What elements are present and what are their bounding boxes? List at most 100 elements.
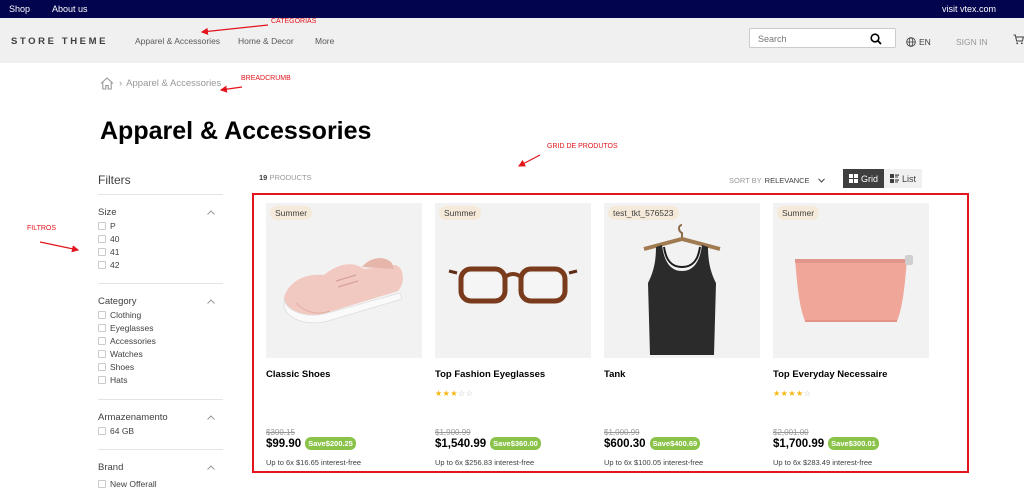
filter-group-header[interactable]: Armazenamento — [98, 400, 223, 424]
chevron-up-icon[interactable] — [207, 209, 215, 215]
annotation-filtros: FILTROS — [27, 225, 57, 232]
product-card-classic-shoes[interactable]: Summer Classic Shoes $300.15 $99.90 Save$… — [266, 203, 422, 467]
filter-group-category: Category Clothing Eyeglasses Accessories… — [98, 283, 223, 386]
list-price: $300.15 — [266, 428, 295, 437]
product-card-eyeglasses[interactable]: Summer Top Fashion Eyeglasses ★★★☆☆ $1,9… — [435, 203, 591, 467]
chevron-up-icon[interactable] — [207, 298, 215, 304]
search-icon[interactable] — [870, 33, 882, 45]
filter-option-64gb[interactable]: 64 GB — [98, 424, 223, 437]
globe-icon — [906, 37, 916, 47]
filter-option-42[interactable]: 42 — [98, 258, 223, 271]
filter-option-label: 41 — [110, 246, 120, 257]
product-name[interactable]: Top Everyday Necessaire — [773, 369, 887, 380]
selling-price-row: $99.90 Save$200.25 — [266, 437, 356, 450]
product-name[interactable]: Top Fashion Eyeglasses — [435, 369, 545, 380]
selling-price-row: $1,540.99 Save$360.00 — [435, 437, 541, 450]
search-box — [749, 28, 896, 48]
installments: Up to 6x $283.49 interest-free — [773, 458, 873, 467]
installments: Up to 6x $16.65 interest-free — [266, 458, 362, 467]
nav-home-decor[interactable]: Home & Decor — [238, 36, 294, 46]
product-card-tank[interactable]: test_tkt_576523 Tank $1,000.99 $600.30 Sa… — [604, 203, 760, 467]
product-image[interactable]: Summer — [266, 203, 422, 358]
savings-badge: Save$360.00 — [490, 437, 541, 450]
checkbox[interactable] — [98, 349, 106, 358]
list-price: $2,001.00 — [773, 428, 809, 437]
selling-price: $99.90 — [266, 437, 302, 450]
selling-price-row: $600.30 Save$400.69 — [604, 437, 701, 450]
annotation-breadcrumb: BREADCRUMB — [241, 75, 291, 82]
filter-group-header[interactable]: Brand — [98, 450, 223, 474]
filter-option-label: Accessories — [110, 335, 156, 346]
store-logo[interactable]: STORE THEME — [11, 36, 108, 47]
product-count: 19 PRODUCTS — [259, 173, 312, 182]
language-selector[interactable]: EN — [906, 37, 931, 47]
filter-option-eyeglasses[interactable]: Eyeglasses — [98, 321, 223, 334]
filter-option-shoes[interactable]: Shoes — [98, 360, 223, 373]
filter-option-label: Hats — [110, 374, 128, 385]
visit-vtex-link[interactable]: visit vtex.com — [942, 4, 996, 14]
filter-option-watches[interactable]: Watches — [98, 347, 223, 360]
filter-option-p[interactable]: P — [98, 219, 223, 232]
filter-option-label: Clothing — [110, 309, 142, 320]
search-input[interactable] — [750, 30, 868, 48]
chevron-up-icon[interactable] — [207, 464, 215, 470]
filter-option-clothing[interactable]: Clothing — [98, 308, 223, 321]
product-rating: ★★★☆☆ — [435, 389, 474, 398]
filter-option-41[interactable]: 41 — [98, 245, 223, 258]
checkbox[interactable] — [98, 375, 106, 384]
filter-option-brand[interactable]: New Offerall — [98, 477, 223, 490]
list-view-button[interactable]: List — [884, 169, 923, 188]
product-card-necessaire[interactable]: Summer Top Everyday Necessaire ★★★★☆ $2,… — [773, 203, 929, 467]
filter-group-armazenamento: Armazenamento 64 GB — [98, 399, 223, 437]
grid-view-button[interactable]: Grid — [843, 169, 885, 188]
filter-option-label: 64 GB — [110, 425, 135, 436]
checkbox[interactable] — [98, 310, 106, 319]
filter-option-hats[interactable]: Hats — [98, 373, 223, 386]
nav-more[interactable]: More — [315, 36, 334, 46]
selling-price: $600.30 — [604, 437, 646, 450]
checkbox[interactable] — [98, 336, 106, 345]
checkbox[interactable] — [98, 479, 106, 488]
list-price: $1,000.99 — [604, 428, 640, 437]
sign-in-button[interactable]: SIGN IN — [956, 37, 988, 47]
filter-group-header[interactable]: Size — [98, 195, 223, 219]
chevron-up-icon[interactable] — [207, 414, 215, 420]
filters-title: Filters — [98, 173, 131, 187]
filter-option-40[interactable]: 40 — [98, 232, 223, 245]
filter-option-accessories[interactable]: Accessories — [98, 334, 223, 347]
grid-icon — [849, 174, 858, 183]
filter-group-brand: Brand New Offerall — [98, 449, 223, 490]
checkbox[interactable] — [98, 426, 106, 435]
annotation-categorias: CATEGORIAS — [271, 18, 317, 25]
filter-group-header[interactable]: Category — [98, 284, 223, 308]
checkbox[interactable] — [98, 234, 106, 243]
filter-option-label: Watches — [110, 348, 143, 359]
header: STORE THEME Apparel & Accessories Home &… — [0, 18, 1024, 63]
filter-group-size: Size P 40 41 42 — [98, 194, 223, 271]
breadcrumb: › Apparel & Accessories — [100, 77, 221, 90]
about-link[interactable]: About us — [52, 4, 88, 14]
sort-dropdown[interactable]: SORT BY RELEVANCE — [729, 176, 825, 185]
checkbox[interactable] — [98, 260, 106, 269]
nav-apparel-accessories[interactable]: Apparel & Accessories — [135, 36, 220, 46]
language-label: EN — [919, 37, 931, 47]
product-name[interactable]: Classic Shoes — [266, 369, 330, 380]
checkbox[interactable] — [98, 221, 106, 230]
product-image[interactable]: Summer — [435, 203, 591, 358]
product-image[interactable]: Summer — [773, 203, 929, 358]
breadcrumb-item[interactable]: Apparel & Accessories — [126, 78, 221, 89]
product-image[interactable]: test_tkt_576523 — [604, 203, 760, 358]
checkbox[interactable] — [98, 323, 106, 332]
product-badge: test_tkt_576523 — [608, 206, 679, 220]
home-icon[interactable] — [100, 77, 114, 90]
sneaker-image — [283, 258, 403, 324]
shop-link[interactable]: Shop — [9, 4, 30, 14]
filter-option-label: New Offerall — [110, 478, 157, 489]
checkbox[interactable] — [98, 362, 106, 371]
checkbox[interactable] — [98, 247, 106, 256]
product-name[interactable]: Tank — [604, 369, 625, 380]
list-icon — [890, 174, 900, 183]
filter-group-title: Armazenamento — [98, 411, 168, 423]
cart-icon[interactable] — [1013, 34, 1024, 45]
grid-view-label: Grid — [861, 173, 879, 184]
